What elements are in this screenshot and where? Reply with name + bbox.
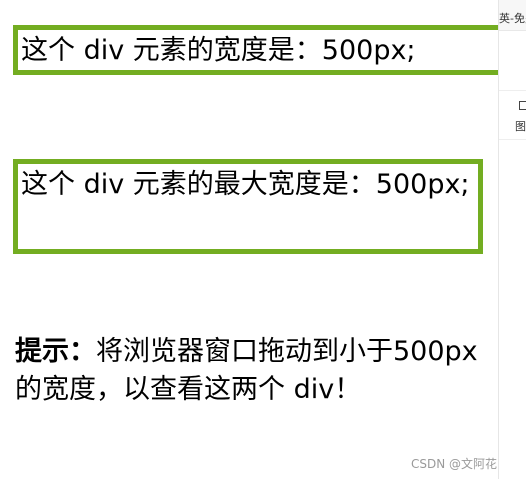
browser-viewport: 这个 div 元素的宽度是：500px; 这个 div 元素的最大宽度是：500… xyxy=(0,0,498,479)
adjacent-panel-header: 英-免费 xyxy=(499,0,526,31)
width-demo-text: 这个 div 元素的宽度是：500px; xyxy=(21,35,416,66)
max-width-demo-div: 这个 div 元素的最大宽度是：500px; xyxy=(13,159,483,254)
adjacent-panel-tool[interactable]: 图 xyxy=(499,90,526,140)
csdn-watermark: CSDN @文阿花 xyxy=(411,457,498,471)
image-icon xyxy=(519,101,526,110)
adjacent-panel-title: 英-免费 xyxy=(499,12,526,25)
max-width-demo-text: 这个 div 元素的最大宽度是：500px; xyxy=(21,169,470,200)
width-demo-div: 这个 div 元素的宽度是：500px; xyxy=(13,25,498,75)
adjacent-panel-tool-label: 图 xyxy=(515,120,526,133)
adjacent-panel: 英-免费 图 xyxy=(498,0,526,479)
tip-label: 提示： xyxy=(15,336,96,367)
tip-paragraph: 提示：将浏览器窗口拖动到小于500px的宽度，以查看这两个 div！ xyxy=(15,333,485,409)
